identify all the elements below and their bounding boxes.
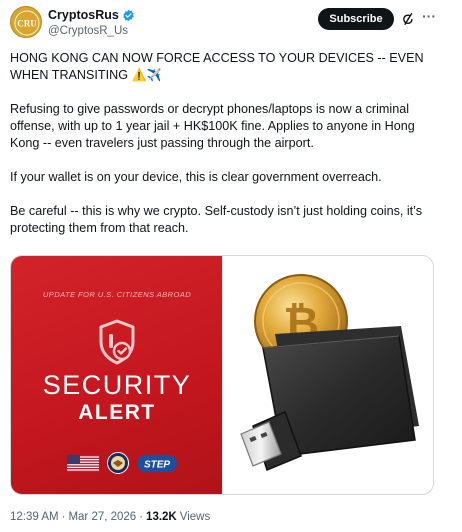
tweet-text: HONG KONG CAN NOW FORCE ACCESS TO YOUR D… — [10, 50, 440, 237]
account-handle[interactable]: @CryptosR_Us — [48, 25, 135, 37]
us-flag-icon — [67, 454, 99, 472]
meta-separator: · — [61, 511, 66, 523]
shield-check-icon — [99, 319, 135, 365]
tweet: CRU CryptosRus @CryptosR_Us Subscribe ··… — [0, 0, 462, 532]
author-block: CryptosRus @CryptosR_Us — [48, 7, 135, 37]
alert-title: ALERT — [78, 401, 156, 424]
subscribe-button[interactable]: Subscribe — [318, 8, 394, 30]
paragraph-2: If your wallet is on your device, this i… — [10, 170, 382, 184]
warning-airplane-icon: ⚠️✈️ — [131, 68, 162, 82]
views-count[interactable]: 13.2K — [146, 511, 177, 523]
verified-badge-icon — [123, 9, 134, 21]
bitcoin-wallet-usb-illustration: ₿ — [240, 274, 419, 472]
wallet-usb-image[interactable]: ₿ — [222, 256, 433, 494]
post-time[interactable]: 12:39 AM — [10, 511, 59, 523]
step-logo-icon: STEP — [137, 454, 177, 472]
security-title: SECURITY — [42, 370, 192, 400]
headline-text: HONG KONG CAN NOW FORCE ACCESS TO YOUR D… — [10, 51, 424, 82]
svg-text:CRU: CRU — [17, 19, 37, 29]
meta-separator: · — [139, 511, 144, 523]
headline: HONG KONG CAN NOW FORCE ACCESS TO YOUR D… — [10, 50, 440, 84]
svg-text:STEP: STEP — [144, 459, 170, 470]
update-caption: UPDATE FOR U.S. CITIZENS ABROAD — [42, 290, 192, 299]
account-name[interactable]: CryptosRus — [48, 8, 119, 22]
grok-icon[interactable] — [401, 12, 415, 26]
media-attachment[interactable]: UPDATE FOR U.S. CITIZENS ABROAD SECURITY… — [10, 255, 434, 495]
views-label: Views — [179, 511, 211, 523]
security-alert-image[interactable]: UPDATE FOR U.S. CITIZENS ABROAD SECURITY… — [11, 256, 222, 494]
tweet-meta: 12:39 AM · Mar 27, 2026 · 13.2K Views — [10, 511, 210, 523]
logo-row: STEP — [67, 452, 177, 474]
post-date[interactable]: Mar 27, 2026 — [68, 511, 136, 523]
state-department-seal-icon — [107, 452, 129, 474]
paragraph-3: Be careful -- this is why we crypto. Sel… — [10, 204, 423, 235]
paragraph-1: Refusing to give passwords or decrypt ph… — [10, 102, 415, 150]
avatar-logo-icon: CRU — [12, 8, 41, 37]
avatar[interactable]: CRU — [10, 6, 42, 38]
more-options-icon[interactable]: ··· — [420, 9, 438, 28]
